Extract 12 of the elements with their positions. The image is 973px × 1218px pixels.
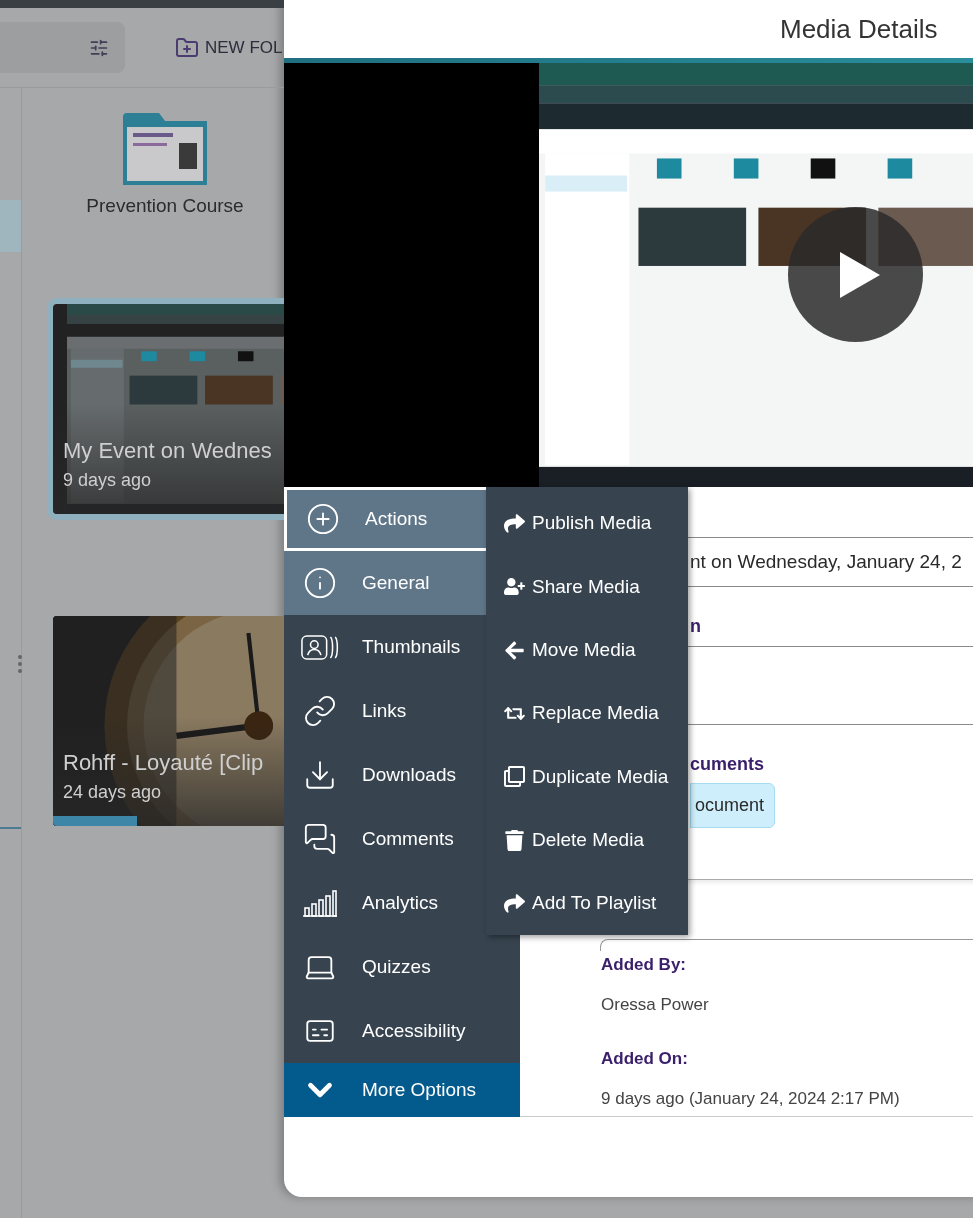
added-on-label: Added On: [601, 1048, 688, 1070]
video-title: My Event on Wednes [63, 436, 272, 465]
panel-title: Media Details [780, 12, 938, 46]
video-age: 9 days ago [63, 468, 153, 492]
documents-label: cuments [690, 753, 765, 776]
video-age: 24 days ago [63, 780, 163, 804]
field-label: n [690, 616, 701, 636]
added-by-value: Oressa Power [601, 993, 709, 1016]
added-on-value: 9 days ago (January 24, 2024 2:17 PM) [601, 1087, 900, 1110]
folder-name: Prevention Course [86, 194, 244, 218]
added-by-label: Added By: [601, 954, 686, 976]
video-title: Rohff - Loyauté [Clip [63, 748, 264, 777]
